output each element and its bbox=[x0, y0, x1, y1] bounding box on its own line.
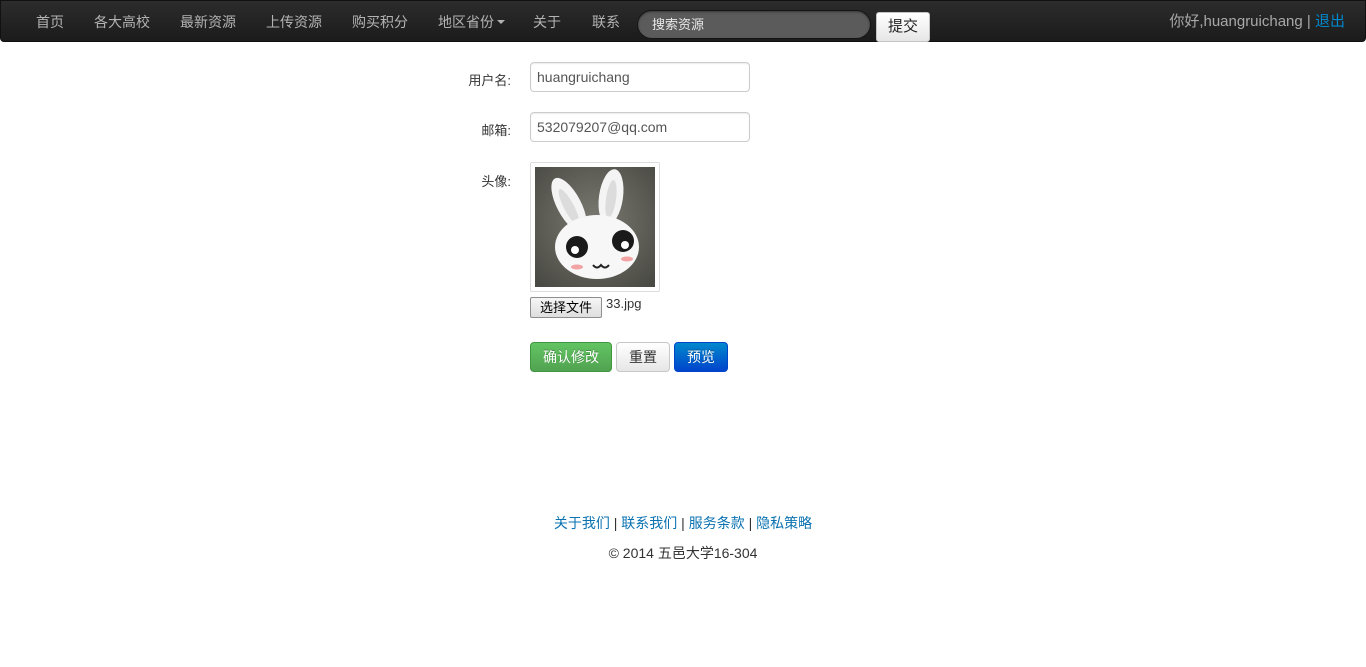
nav-item-universities[interactable]: 各大高校 bbox=[94, 1, 150, 43]
top-navbar: 首页 各大高校 最新资源 上传资源 购买积分 地区省份 关于 联系 提交 你好,… bbox=[0, 0, 1366, 42]
footer-link-contact-us[interactable]: 联系我们 bbox=[621, 515, 677, 531]
nav-item-home[interactable]: 首页 bbox=[36, 1, 64, 43]
greeting-text: 你好,huangruichang bbox=[1169, 13, 1303, 30]
nav-item-about[interactable]: 关于 bbox=[533, 1, 561, 43]
footer-link-privacy[interactable]: 隐私策略 bbox=[756, 515, 812, 531]
nav-item-contact[interactable]: 联系 bbox=[592, 1, 620, 43]
nav-item-regions-label: 地区省份 bbox=[438, 14, 494, 30]
greeting-separator: | bbox=[1306, 13, 1311, 30]
bunny-avatar-image bbox=[535, 167, 655, 287]
nav-item-regions-dropdown[interactable]: 地区省份 bbox=[438, 1, 505, 43]
reset-button[interactable]: 重置 bbox=[616, 342, 670, 372]
preview-button[interactable]: 预览 bbox=[674, 342, 728, 372]
footer-separator: | bbox=[613, 515, 618, 531]
nav-item-upload-resources[interactable]: 上传资源 bbox=[266, 1, 322, 43]
avatar-thumbnail bbox=[530, 162, 660, 292]
nav-item-latest-resources[interactable]: 最新资源 bbox=[180, 1, 236, 43]
footer-link-about-us[interactable]: 关于我们 bbox=[554, 515, 610, 531]
confirm-change-button[interactable]: 确认修改 bbox=[530, 342, 612, 372]
choose-file-button[interactable]: 选择文件 bbox=[530, 297, 602, 318]
footer-link-terms[interactable]: 服务条款 bbox=[689, 515, 745, 531]
email-field[interactable] bbox=[530, 112, 750, 142]
search-submit-button[interactable]: 提交 bbox=[876, 12, 930, 42]
username-label: 用户名: bbox=[468, 73, 511, 88]
selected-file-name: 33.jpg bbox=[606, 296, 642, 311]
nav-item-buy-points[interactable]: 购买积分 bbox=[352, 1, 408, 43]
footer-copyright: © 2014 五邑大学16-304 bbox=[608, 545, 758, 561]
search-input[interactable] bbox=[637, 10, 871, 39]
email-label: 邮箱: bbox=[481, 123, 511, 138]
username-field[interactable] bbox=[530, 62, 750, 92]
avatar-label: 头像: bbox=[481, 174, 511, 189]
user-greeting: 你好,huangruichang | 退出 bbox=[1169, 1, 1345, 43]
logout-link[interactable]: 退出 bbox=[1315, 13, 1345, 30]
footer-separator: | bbox=[748, 515, 753, 531]
footer-links: 关于我们 | 联系我们 | 服务条款 | 隐私策略 bbox=[0, 513, 1366, 533]
caret-down-icon bbox=[497, 19, 505, 24]
footer-separator: | bbox=[681, 515, 685, 531]
